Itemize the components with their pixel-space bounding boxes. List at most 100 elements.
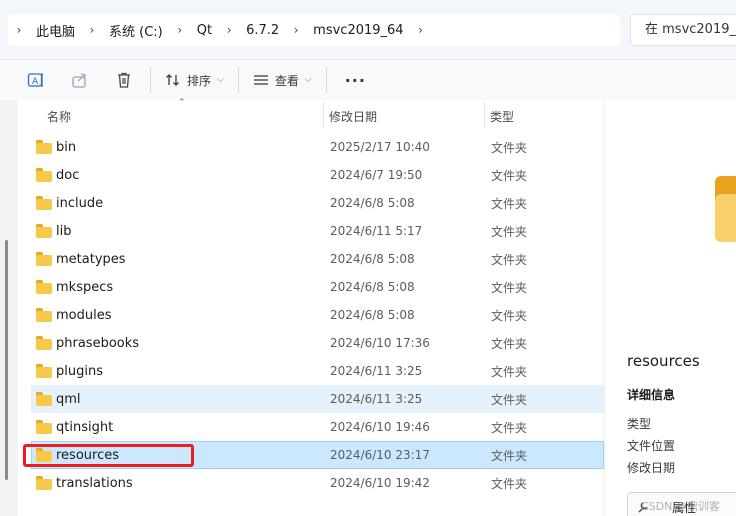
breadcrumb[interactable]: › 此电脑 › 系统 (C:) › Qt › 6.7.2 › msvc2019_… <box>8 14 620 46</box>
share-icon <box>72 73 86 88</box>
folder-icon <box>36 476 54 490</box>
file-rows: bin 2025/2/17 10:40 文件夹 doc 2024/6/7 19:… <box>31 133 604 497</box>
folder-icon <box>36 308 54 322</box>
column-header-date[interactable]: 修改日期 <box>329 108 377 125</box>
file-name: include <box>56 195 104 211</box>
table-row[interactable]: lib 2024/6/11 5:17 文件夹 <box>31 217 604 245</box>
column-header-name[interactable]: 名称 <box>47 108 71 125</box>
file-date: 2025/2/17 10:40 <box>330 140 430 154</box>
file-date: 2024/6/7 19:50 <box>330 168 423 182</box>
file-date: 2024/6/10 17:36 <box>330 336 430 350</box>
chevron-right-icon[interactable]: › <box>81 23 103 37</box>
file-name: plugins <box>56 363 103 379</box>
column-divider[interactable] <box>484 102 485 128</box>
details-prop-modified: 修改日期 <box>627 461 676 475</box>
breadcrumb-this-pc[interactable]: 此电脑 <box>30 21 81 40</box>
folder-icon <box>36 224 54 238</box>
table-row[interactable]: mkspecs 2024/6/8 5:08 文件夹 <box>31 273 604 301</box>
file-type: 文件夹 <box>491 336 528 351</box>
file-date: 2024/6/10 19:42 <box>330 476 430 490</box>
file-name: modules <box>56 307 112 323</box>
table-row[interactable]: include 2024/6/8 5:08 文件夹 <box>31 189 604 217</box>
chevron-right-icon[interactable]: › <box>410 23 432 37</box>
trash-icon <box>118 72 130 88</box>
chevron-right-icon[interactable]: › <box>285 23 307 37</box>
file-type: 文件夹 <box>491 168 528 183</box>
column-divider[interactable] <box>323 102 324 128</box>
file-date: 2024/6/10 23:17 <box>330 448 430 462</box>
file-type: 文件夹 <box>491 476 528 491</box>
watermark: CSDN @鼎训客 <box>641 500 720 513</box>
folder-icon <box>36 364 54 378</box>
large-folder-icon <box>715 176 736 242</box>
table-row[interactable]: metatypes 2024/6/8 5:08 文件夹 <box>31 245 604 273</box>
file-name: translations <box>56 475 133 491</box>
file-date: 2024/6/10 19:46 <box>330 420 430 434</box>
file-name: mkspecs <box>56 279 114 295</box>
search-input[interactable]: 在 msvc2019_64 中搜索 <box>630 14 736 46</box>
file-date: 2024/6/11 5:17 <box>330 224 423 238</box>
chevron-right-icon[interactable]: › <box>169 23 191 37</box>
more-options-button[interactable]: ··· <box>331 64 380 96</box>
breadcrumb-qt[interactable]: Qt <box>191 23 218 38</box>
chevron-down-icon: ⌵ <box>304 75 312 85</box>
folder-icon <box>36 196 54 210</box>
table-row[interactable]: modules 2024/6/8 5:08 文件夹 <box>31 301 604 329</box>
column-header-row: ⌃ 名称 修改日期 类型 <box>18 98 604 130</box>
table-row-selected[interactable]: resources 2024/6/10 23:17 文件夹 <box>31 441 604 469</box>
view-button[interactable]: 查看 ⌵ <box>243 64 322 96</box>
view-icon <box>253 75 268 85</box>
file-date: 2024/6/8 5:08 <box>330 308 415 322</box>
table-row[interactable]: phrasebooks 2024/6/10 17:36 文件夹 <box>31 329 604 357</box>
table-row[interactable]: doc 2024/6/7 19:50 文件夹 <box>31 161 604 189</box>
folder-icon <box>36 392 54 406</box>
folder-icon <box>36 140 54 154</box>
file-date: 2024/6/8 5:08 <box>330 252 415 266</box>
folder-icon <box>36 280 54 294</box>
file-type: 文件夹 <box>491 280 528 295</box>
file-list: ⌃ 名称 修改日期 类型 bin 2025/2/17 10:40 文件夹 doc… <box>18 98 604 516</box>
file-date: 2024/6/11 3:25 <box>330 392 423 406</box>
table-row[interactable]: bin 2025/2/17 10:40 文件夹 <box>31 133 604 161</box>
folder-icon <box>36 448 54 462</box>
details-prop-location: 文件位置 <box>627 439 676 453</box>
file-type: 文件夹 <box>491 308 528 323</box>
details-section-heading: 详细信息 <box>627 388 676 402</box>
sort-label: 排序 <box>187 73 212 88</box>
breadcrumb-msvc[interactable]: msvc2019_64 <box>307 23 409 38</box>
folder-icon <box>36 420 54 434</box>
share-button[interactable] <box>58 64 102 96</box>
breadcrumb-version[interactable]: 6.7.2 <box>240 23 285 38</box>
table-row[interactable]: qml 2024/6/11 3:25 文件夹 <box>31 385 604 413</box>
details-title: resources <box>627 352 700 370</box>
file-type: 文件夹 <box>491 252 528 267</box>
table-row[interactable]: translations 2024/6/10 19:42 文件夹 <box>31 469 604 497</box>
chevron-right-icon[interactable]: › <box>8 23 30 37</box>
file-name: bin <box>56 139 77 155</box>
table-row[interactable]: plugins 2024/6/11 3:25 文件夹 <box>31 357 604 385</box>
folder-icon <box>36 252 54 266</box>
sort-button[interactable]: 排序 ⌵ <box>155 64 234 96</box>
chevron-right-icon[interactable]: › <box>218 23 240 37</box>
breadcrumb-drive-c[interactable]: 系统 (C:) <box>103 21 169 40</box>
file-type: 文件夹 <box>491 140 528 155</box>
file-type: 文件夹 <box>491 196 528 211</box>
delete-button[interactable] <box>102 64 146 96</box>
navigation-scrollbar[interactable] <box>5 240 8 480</box>
svg-text:A: A <box>32 77 39 87</box>
file-type: 文件夹 <box>491 364 528 379</box>
folder-icon <box>36 168 54 182</box>
sort-ascending-icon: ⌃ <box>178 98 186 108</box>
file-name: qml <box>56 391 81 407</box>
address-bar: › 此电脑 › 系统 (C:) › Qt › 6.7.2 › msvc2019_… <box>0 0 736 60</box>
column-header-type[interactable]: 类型 <box>490 108 514 125</box>
file-name: doc <box>56 167 80 183</box>
navigation-pane-edge <box>0 100 18 516</box>
view-label: 查看 <box>274 73 299 88</box>
file-date: 2024/6/11 3:25 <box>330 364 423 378</box>
sort-icon <box>166 74 179 86</box>
toolbar-divider <box>150 67 151 93</box>
table-row[interactable]: qtinsight 2024/6/10 19:46 文件夹 <box>31 413 604 441</box>
rename-button[interactable]: A <box>14 64 58 96</box>
details-prop-type: 类型 <box>627 417 652 431</box>
